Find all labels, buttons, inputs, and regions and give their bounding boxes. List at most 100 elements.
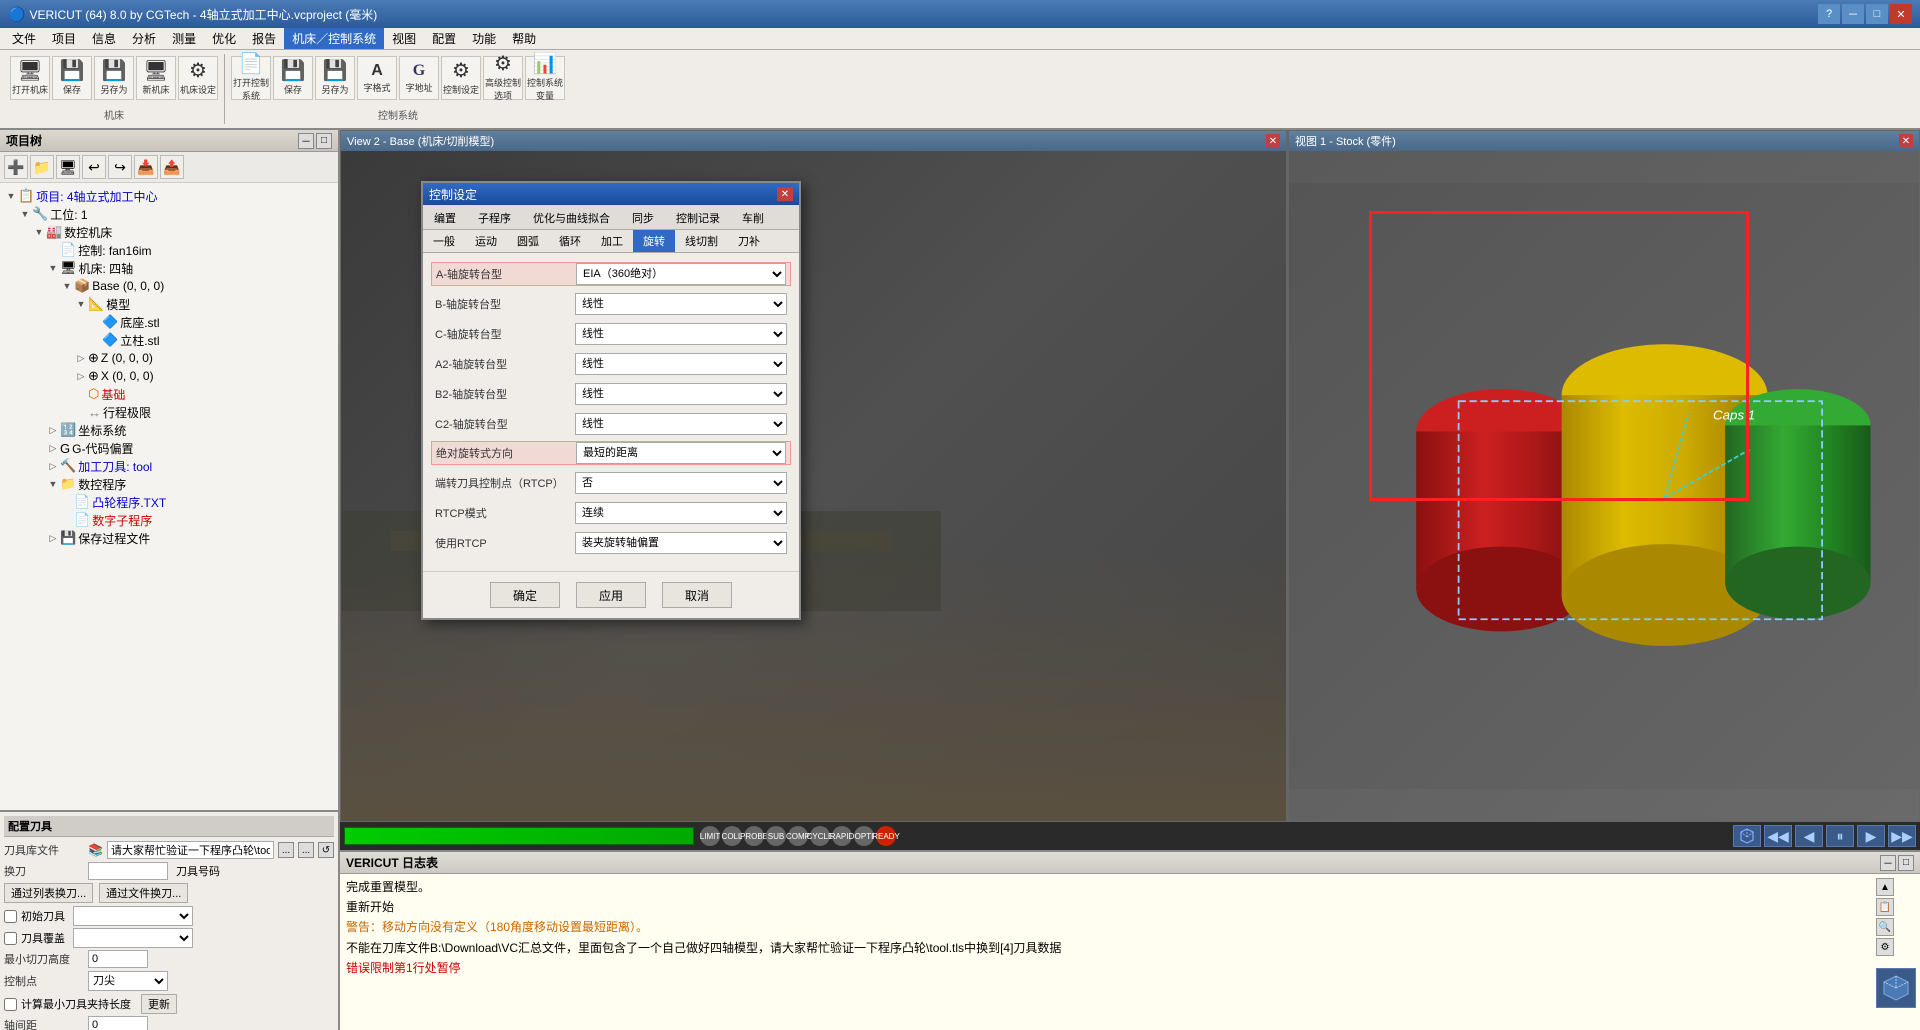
new-machine-btn[interactable]: 🖥 新机床 <box>136 56 176 100</box>
nav-play-btn[interactable]: ▶ <box>1857 825 1885 847</box>
sub-btn[interactable]: SUB <box>766 826 786 846</box>
tree-content[interactable]: ▼ 📋 项目: 4轴立式加工中心 ▼ 🔧 工位: 1 ▼ 🏭 数控机床 <box>0 183 338 810</box>
menu-project[interactable]: 项目 <box>44 28 84 49</box>
tree-sub-program[interactable]: ▷ 📄 数字子程序 <box>0 511 338 529</box>
tree-add-btn[interactable]: ➕ <box>4 155 28 179</box>
save-control-btn[interactable]: 💾 保存 <box>273 56 313 100</box>
address-btn[interactable]: G 字地址 <box>399 56 439 100</box>
tab-log[interactable]: 控制记录 <box>665 205 731 230</box>
dialog-close-btn[interactable]: ✕ <box>777 187 793 201</box>
probe-btn[interactable]: PROBE <box>744 826 764 846</box>
tree-coord[interactable]: ▷ 🔢 坐标系统 <box>0 421 338 439</box>
tree-load-btn[interactable]: 📥 <box>134 155 158 179</box>
tree-machine-btn[interactable]: 🖥 <box>56 155 80 179</box>
tree-save-btn[interactable]: 📤 <box>160 155 184 179</box>
tree-cam-program[interactable]: ▷ 📄 凸轮程序.TXT <box>0 493 338 511</box>
tree-x-axis[interactable]: ▷ ⊕ X (0, 0, 0) <box>0 367 338 385</box>
subtab-general[interactable]: 一般 <box>423 230 465 252</box>
a2-axis-select[interactable]: 线性 <box>575 353 787 375</box>
tool-cover-select[interactable] <box>73 928 193 948</box>
control-point-select[interactable]: 刀尖 <box>88 971 168 991</box>
tree-restore-btn[interactable]: □ <box>316 133 332 149</box>
tree-lizhu[interactable]: ▷ 🔷 立柱.stl <box>0 331 338 349</box>
browse-btn2[interactable]: ... <box>298 842 314 858</box>
menu-machine-control[interactable]: 机床／控制系统 <box>284 28 384 49</box>
menu-info[interactable]: 信息 <box>84 28 124 49</box>
limit-btn[interactable]: LIMIT <box>700 826 720 846</box>
browse-btn3[interactable]: ↺ <box>318 842 334 858</box>
advanced-control-btn[interactable]: ⚙ 高级控制选项 <box>483 56 523 100</box>
b2-axis-select[interactable]: 线性 <box>575 383 787 405</box>
menu-function[interactable]: 功能 <box>464 28 504 49</box>
model-expander[interactable]: ▼ <box>74 297 88 311</box>
tab-subprogram[interactable]: 子程序 <box>467 205 522 230</box>
menu-report[interactable]: 报告 <box>244 28 284 49</box>
c2-axis-select[interactable]: 线性 <box>575 413 787 435</box>
axis-distance-input[interactable] <box>88 1016 148 1030</box>
log-restore-btn[interactable]: □ <box>1898 855 1914 871</box>
apply-btn[interactable]: 应用 <box>576 582 646 608</box>
coord-expander[interactable]: ▷ <box>46 423 60 437</box>
tab-turning[interactable]: 车削 <box>731 205 775 230</box>
programs-expander[interactable]: ▼ <box>46 477 60 491</box>
min-cut-input[interactable] <box>88 950 148 968</box>
win-close-btn[interactable]: ✕ <box>1890 4 1912 24</box>
use-rtcp-select[interactable]: 装夹旋转轴偏置 <box>575 532 787 554</box>
tree-folder-btn[interactable]: 📁 <box>30 155 54 179</box>
ok-btn[interactable]: 确定 <box>490 582 560 608</box>
tree-programs[interactable]: ▼ 📁 数控程序 <box>0 475 338 493</box>
menu-help[interactable]: 帮助 <box>504 28 544 49</box>
menu-config[interactable]: 配置 <box>424 28 464 49</box>
update-btn[interactable]: 更新 <box>141 994 177 1014</box>
tab-optimize[interactable]: 优化与曲线拟合 <box>522 205 621 230</box>
log-side-btn2[interactable]: 📋 <box>1876 898 1894 916</box>
nav-back-btn[interactable]: ◀ <box>1795 825 1823 847</box>
nav-pause-btn[interactable]: ⏸ <box>1826 825 1854 847</box>
tab-sync[interactable]: 同步 <box>621 205 665 230</box>
tab-bianzhi[interactable]: 编置 <box>423 205 467 230</box>
b-axis-select[interactable]: 线性 <box>575 293 787 315</box>
tree-control[interactable]: ▷ 📄 控制: fan16im <box>0 241 338 259</box>
tree-cnc[interactable]: ▼ 🏭 数控机床 <box>0 223 338 241</box>
subtab-comp[interactable]: 刀补 <box>728 230 770 252</box>
browse-btn1[interactable]: ... <box>278 842 294 858</box>
save-machine-btn[interactable]: 💾 保存 <box>52 56 92 100</box>
tool-library-input[interactable] <box>107 841 274 859</box>
rtcp-enable-select[interactable]: 否 是 <box>575 472 787 494</box>
subtab-arc[interactable]: 圆弧 <box>507 230 549 252</box>
save-expander[interactable]: ▷ <box>46 531 60 545</box>
by-file-btn[interactable]: 通过文件换刀... <box>99 883 188 903</box>
tree-job[interactable]: ▼ 🔧 工位: 1 <box>0 205 338 223</box>
win-min-btn[interactable]: － <box>1842 4 1864 24</box>
nav-forward-btn[interactable]: ▶▶ <box>1888 825 1916 847</box>
menu-optimize[interactable]: 优化 <box>204 28 244 49</box>
cnc-expander[interactable]: ▼ <box>32 225 46 239</box>
abs-rotate-dir-select[interactable]: 最短的距离 正方向 负方向 <box>576 442 786 464</box>
log-side-btn1[interactable]: ▲ <box>1876 878 1894 896</box>
machine-config-btn[interactable]: ⚙ 机床设定 <box>178 56 218 100</box>
control-var-btn[interactable]: 📊 控制系统变量 <box>525 56 565 100</box>
right-view-close[interactable]: ✕ <box>1899 134 1913 148</box>
job-expander[interactable]: ▼ <box>18 207 32 221</box>
rtcp-mode-select[interactable]: 连续 <box>575 502 787 524</box>
x-expander[interactable]: ▷ <box>74 369 88 383</box>
tool-cover-checkbox[interactable] <box>4 932 17 945</box>
font-btn[interactable]: A 字格式 <box>357 56 397 100</box>
tree-jigen[interactable]: ▷ ⬡ 基础 <box>0 385 338 403</box>
tree-minimize-btn[interactable]: － <box>298 133 314 149</box>
subtab-motion[interactable]: 运动 <box>465 230 507 252</box>
cycle-btn[interactable]: CYCLE <box>810 826 830 846</box>
win-max-btn[interactable]: □ <box>1866 4 1888 24</box>
initial-tool-checkbox[interactable] <box>4 910 17 923</box>
log-side-btn3[interactable]: 🔍 <box>1876 918 1894 936</box>
tree-undo-btn[interactable]: ↩ <box>82 155 106 179</box>
tree-gcode[interactable]: ▷ G G-代码偏置 <box>0 439 338 457</box>
left-view-close[interactable]: ✕ <box>1266 134 1280 148</box>
rapid-btn[interactable]: RAPID <box>832 826 852 846</box>
subtab-rotate[interactable]: 旋转 <box>633 230 675 252</box>
calc-min-checkbox[interactable] <box>4 998 17 1011</box>
tree-z-axis[interactable]: ▷ ⊕ Z (0, 0, 0) <box>0 349 338 367</box>
by-list-btn[interactable]: 通过列表换刀... <box>4 883 93 903</box>
tree-machine[interactable]: ▼ 🖥 机床: 四轴 <box>0 259 338 277</box>
base-expander[interactable]: ▼ <box>60 279 74 293</box>
